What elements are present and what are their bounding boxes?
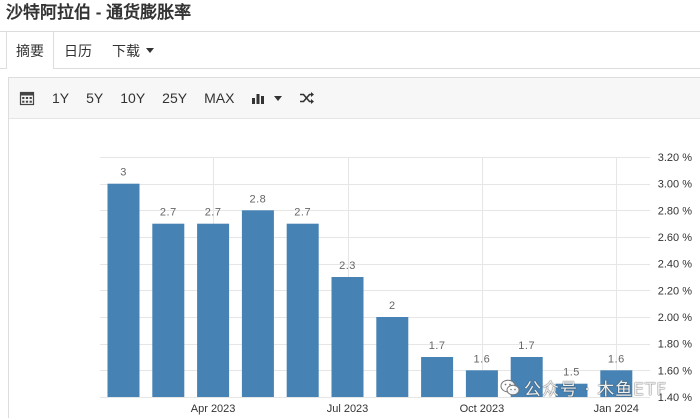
page-tabs: 摘要 日历 下载 — [6, 31, 164, 69]
range-1y-button[interactable]: 1Y — [52, 86, 69, 110]
bar-value-label: 2 — [389, 300, 396, 312]
x-tick-label: Jan 2024 — [594, 403, 639, 415]
bar[interactable] — [376, 317, 409, 397]
x-axis: Apr 2023 Jul 2023 Oct 2023 Jan 2024 — [191, 403, 639, 415]
date-range-button[interactable] — [19, 86, 35, 110]
bar-chart: 32.7 2.72.82.72.321.71.61.71.51.63.20 %3.… — [100, 152, 692, 415]
bar-value-label: 1.7 — [429, 340, 446, 352]
bar-value-label: 1.6 — [474, 353, 491, 365]
tab-summary[interactable]: 摘要 — [6, 32, 54, 69]
bar[interactable] — [331, 277, 364, 397]
bar[interactable] — [510, 357, 543, 397]
bar-value-label: 1.6 — [608, 353, 625, 365]
range-25y-button[interactable]: 25Y — [162, 86, 187, 110]
x-tick-label: Jul 2023 — [327, 403, 369, 415]
tab-label: 日历 — [64, 42, 92, 59]
bar-value-label: 2.7 — [205, 207, 222, 219]
y-tick-label: 1.80 % — [658, 339, 692, 351]
tab-download[interactable]: 下载 — [102, 32, 164, 69]
bar[interactable] — [421, 357, 454, 397]
y-axis: 3.20 % 3.00 % 2.80 % 2.60 % 2.40 % 2.20 % 2.00… — [658, 152, 692, 404]
bar[interactable] — [241, 210, 274, 397]
caret-down-icon — [146, 48, 154, 53]
y-tick-label: 1.60 % — [658, 365, 692, 377]
range-5y-button[interactable]: 5Y — [86, 86, 103, 110]
bar-value-label: 3 — [120, 167, 127, 179]
caret-down-icon — [274, 95, 283, 101]
chart-panel: 1Y 5Y 10Y 25Y MAX 3 2.7 2.7 2.8 2.7 2.3 … — [8, 77, 700, 418]
bar[interactable] — [465, 370, 498, 397]
bar-value-label: 1.5 — [563, 367, 580, 379]
y-tick-label: 3.20 % — [658, 152, 692, 164]
page-title: 沙特阿拉伯 - 通货膨胀率 — [6, 3, 192, 22]
tab-calendar[interactable]: 日历 — [54, 32, 102, 69]
bar[interactable] — [197, 223, 230, 397]
chart-type-button[interactable] — [251, 86, 283, 110]
y-tick-label: 2.40 % — [658, 259, 692, 271]
x-tick-label: Oct 2023 — [460, 403, 505, 415]
bar-value-label: 2.8 — [250, 193, 267, 205]
x-tick-label: Apr 2023 — [191, 403, 236, 415]
range-max-button[interactable]: MAX — [204, 86, 234, 110]
range-10y-button[interactable]: 10Y — [120, 86, 145, 110]
bar-value-label: 1.7 — [518, 340, 535, 352]
calendar-icon — [19, 90, 35, 106]
bar-value-label: 2.7 — [160, 207, 177, 219]
y-tick-label: 2.80 % — [658, 205, 692, 217]
chart-area: 3 2.7 2.7 2.8 2.7 2.3 2 1.7 1.6 1.7 1.5 1.6 3.20 % 3.… — [9, 119, 700, 418]
tabs-divider — [0, 68, 700, 69]
value-labels: 3 2.7 2.7 2.8 2.7 2.3 2 1.7 1.6 1.7 1.5 1.6 — [120, 167, 625, 379]
y-tick-label: 1.40 % — [658, 392, 692, 404]
y-tick-label: 2.20 % — [658, 285, 692, 297]
chart-toolbar: 1Y 5Y 10Y 25Y MAX — [9, 78, 700, 119]
bar-chart-icon — [251, 91, 265, 105]
y-tick-label: 2.00 % — [658, 312, 692, 324]
bar[interactable] — [152, 223, 185, 397]
bar[interactable] — [286, 223, 319, 397]
bar-value-label: 2.7 — [294, 207, 311, 219]
bar[interactable] — [600, 370, 633, 397]
shuffle-icon — [299, 91, 315, 105]
y-tick-label: 2.60 % — [658, 232, 692, 244]
y-tick-label: 3.00 % — [658, 179, 692, 191]
tab-label: 下载 — [112, 42, 140, 59]
tab-label: 摘要 — [16, 42, 44, 59]
bar[interactable] — [107, 183, 140, 397]
bar[interactable] — [555, 383, 588, 397]
bar-value-label: 2.3 — [339, 260, 356, 272]
shuffle-button[interactable] — [299, 86, 315, 110]
